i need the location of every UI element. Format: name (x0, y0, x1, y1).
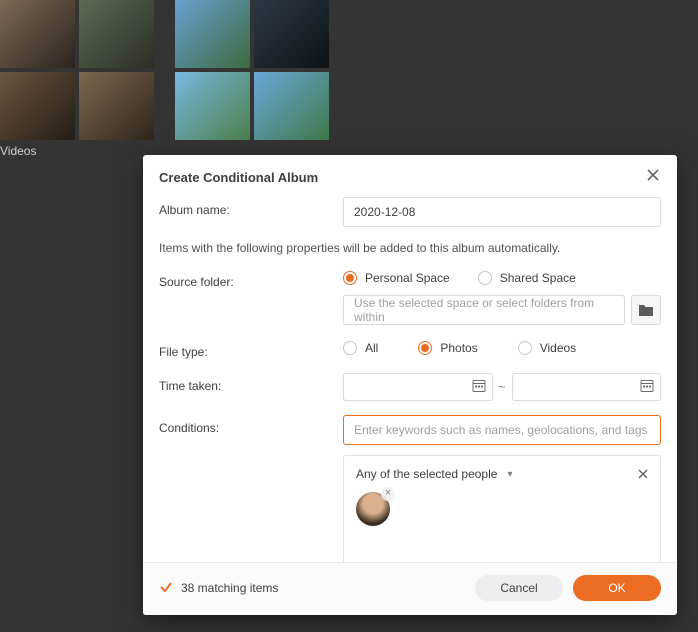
create-conditional-album-modal: Create Conditional Album Album name: Ite… (143, 155, 677, 615)
calendar-icon (472, 379, 486, 396)
radio-label: All (365, 341, 378, 355)
radio-label: Photos (440, 341, 477, 355)
radio-personal-space[interactable]: Personal Space (343, 271, 450, 285)
radio-filetype-photos[interactable]: Photos (418, 341, 477, 355)
remove-avatar-button[interactable]: × (381, 487, 395, 501)
modal-body: Album name: Items with the following pro… (143, 197, 677, 562)
helper-text: Items with the following properties will… (159, 241, 661, 255)
close-button[interactable] (645, 169, 661, 185)
thumbnail (254, 0, 329, 68)
date-to-input[interactable] (512, 373, 662, 401)
modal-footer: 38 matching items Cancel OK (143, 562, 677, 615)
date-from-input[interactable] (343, 373, 493, 401)
source-radio-group: Personal Space Shared Space (343, 269, 661, 285)
conditions-input[interactable] (343, 415, 661, 445)
date-separator: ~ (499, 380, 506, 394)
source-folder-display[interactable]: Use the selected space or select folders… (343, 295, 625, 325)
people-dropdown[interactable]: Any of the selected people ▾ (356, 467, 512, 481)
bg-album-videos: Videos (0, 0, 154, 158)
modal-title: Create Conditional Album (159, 170, 318, 185)
match-count-text: 38 matching items (181, 581, 278, 595)
bg-album-label: Videos (0, 144, 154, 158)
thumbnail (175, 0, 250, 68)
label-conditions: Conditions: (159, 415, 343, 435)
label-file-type: File type: (159, 339, 343, 359)
radio-shared-space[interactable]: Shared Space (478, 271, 576, 285)
label-source-folder: Source folder: (159, 269, 343, 289)
label-time-taken: Time taken: (159, 373, 343, 393)
browse-folder-button[interactable] (631, 295, 661, 325)
radio-label: Shared Space (500, 271, 576, 285)
chevron-down-icon: ▾ (507, 469, 512, 480)
folder-icon (638, 303, 654, 317)
cancel-button[interactable]: Cancel (475, 575, 563, 601)
bg-album (175, 0, 329, 158)
people-condition-box: Any of the selected people ▾ × (343, 455, 661, 562)
radio-icon (478, 271, 492, 285)
calendar-icon (640, 379, 654, 396)
thumbnail (0, 0, 75, 68)
thumbnail (175, 72, 250, 140)
radio-icon (418, 341, 432, 355)
label-album-name: Album name: (159, 197, 343, 217)
close-icon (638, 469, 648, 479)
modal-header: Create Conditional Album (143, 155, 677, 197)
radio-label: Personal Space (365, 271, 450, 285)
radio-icon (343, 341, 357, 355)
radio-icon (518, 341, 532, 355)
close-icon (647, 169, 659, 181)
radio-label: Videos (540, 341, 576, 355)
filetype-radio-group: All Photos Videos (343, 339, 661, 355)
people-dropdown-label: Any of the selected people (356, 467, 497, 481)
album-name-input[interactable] (343, 197, 661, 227)
radio-filetype-all[interactable]: All (343, 341, 378, 355)
thumbnail (0, 72, 75, 140)
radio-icon (343, 271, 357, 285)
ok-button[interactable]: OK (573, 575, 661, 601)
check-icon (159, 580, 173, 597)
radio-filetype-videos[interactable]: Videos (518, 341, 576, 355)
remove-condition-button[interactable] (638, 466, 648, 482)
thumbnail (254, 72, 329, 140)
thumbnail (79, 72, 154, 140)
avatar[interactable]: × (356, 492, 390, 526)
thumbnail (79, 0, 154, 68)
